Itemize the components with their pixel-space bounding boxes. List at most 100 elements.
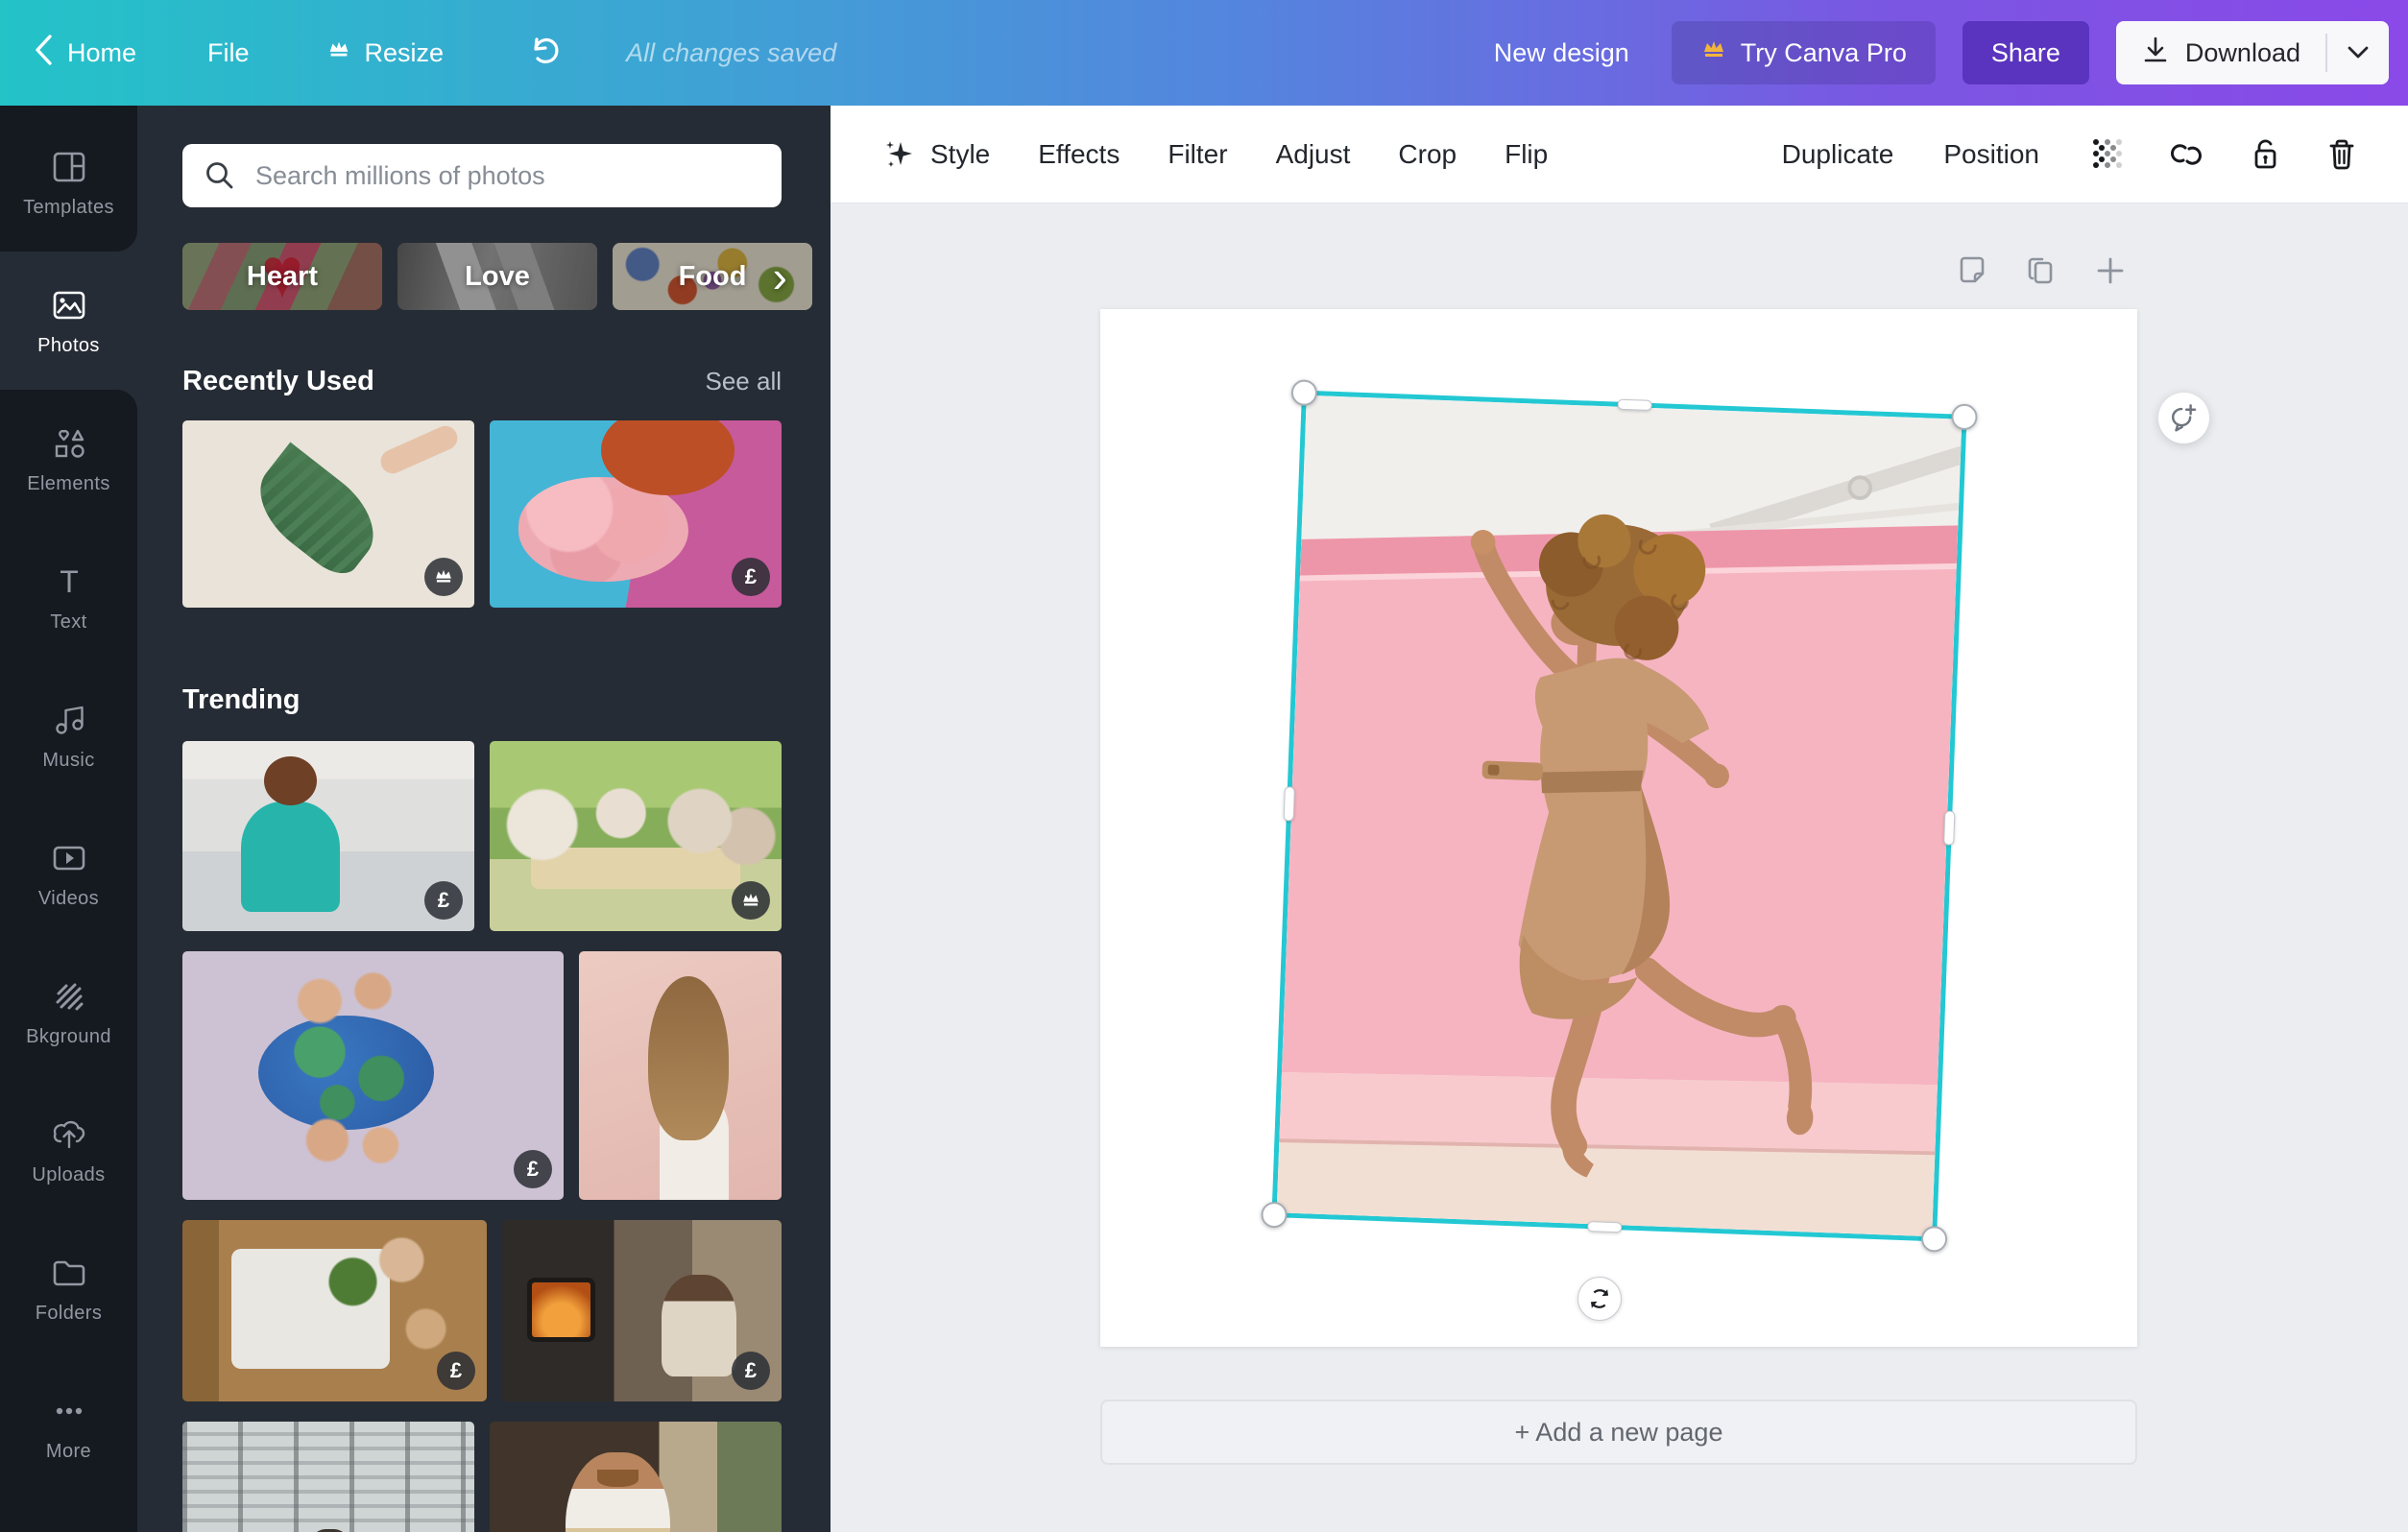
resize-handle-bottom-right[interactable]: [1920, 1225, 1948, 1253]
copy-icon: [2028, 257, 2053, 284]
rotate-handle[interactable]: [1577, 1277, 1622, 1321]
category-chip-heart[interactable]: Heart: [182, 243, 382, 310]
category-chip-love[interactable]: Love: [397, 243, 597, 310]
trending-row-1: £: [182, 741, 782, 931]
sidebar-label-music: Music: [42, 749, 95, 771]
effects-button[interactable]: Effects: [1038, 139, 1120, 170]
see-all-link[interactable]: See all: [706, 367, 783, 396]
add-page-icon-button[interactable]: [2091, 251, 2130, 290]
style-button[interactable]: Style: [882, 137, 990, 172]
photo-thumbnail-glass-grid[interactable]: [182, 1422, 474, 1532]
photo-thumbnail-kitchen-sink[interactable]: £: [182, 1220, 487, 1401]
filter-button[interactable]: Filter: [1168, 139, 1227, 170]
chip-love-label: Love: [465, 260, 530, 292]
sidebar-item-videos[interactable]: Videos: [0, 804, 137, 943]
duplicate-page-button[interactable]: [2022, 251, 2060, 290]
sidebar-item-uploads[interactable]: Uploads: [0, 1081, 137, 1219]
resize-button[interactable]: Resize: [326, 37, 444, 69]
chips-next-button[interactable]: ›: [773, 243, 787, 310]
resize-handle-bottom-left[interactable]: [1261, 1201, 1288, 1229]
photo-thumbnail-earth-hands[interactable]: £: [182, 951, 564, 1200]
canvas-area[interactable]: + Add a new page: [831, 203, 2408, 1532]
position-button[interactable]: Position: [1943, 139, 2039, 170]
download-options-button[interactable]: [2327, 45, 2389, 60]
paid-pound-badge: £: [424, 881, 463, 920]
sidebar-label-uploads: Uploads: [32, 1163, 106, 1185]
elements-icon: [55, 429, 84, 458]
sidebar-label-text: Text: [50, 610, 87, 633]
recently-used-title: Recently Used: [182, 366, 374, 396]
add-comment-button[interactable]: [2158, 393, 2209, 443]
photo-thumbnail-roses-bouquet[interactable]: £: [490, 420, 782, 608]
sidebar-item-templates[interactable]: Templates: [0, 113, 137, 251]
sidebar-item-text[interactable]: T Text: [0, 528, 137, 666]
resize-handle-right[interactable]: [1943, 810, 1956, 846]
selected-photo-element[interactable]: [1261, 379, 1978, 1253]
transparency-icon: [2093, 138, 2122, 168]
home-button[interactable]: Home: [33, 34, 136, 73]
photo-thumbnail-picnic-friends[interactable]: [490, 741, 782, 931]
photo-thumbnail-palm-leaf[interactable]: [182, 420, 474, 608]
download-icon: [2141, 36, 2170, 71]
resize-handle-left[interactable]: [1283, 786, 1295, 822]
duplicate-button[interactable]: Duplicate: [1782, 139, 1894, 170]
photo-thumbnail-fireplace[interactable]: £: [502, 1220, 782, 1401]
undo-button[interactable]: [524, 31, 563, 76]
file-menu[interactable]: File: [207, 38, 250, 68]
sidebar-item-photos[interactable]: Photos: [0, 251, 137, 390]
resize-handle-top-right[interactable]: [1950, 403, 1978, 431]
try-pro-label: Try Canva Pro: [1740, 37, 1907, 67]
templates-icon: [53, 152, 84, 181]
sidebar-item-elements[interactable]: Elements: [0, 390, 137, 528]
design-page[interactable]: [1100, 309, 2137, 1347]
sidebar-item-music[interactable]: Music: [0, 666, 137, 804]
trending-row-2: £: [182, 951, 782, 1200]
lock-button[interactable]: [2247, 136, 2283, 173]
jumping-woman-photo: [1276, 395, 1963, 1237]
transparency-button[interactable]: [2089, 136, 2126, 173]
photo-thumbnail-barista[interactable]: [490, 1422, 782, 1532]
home-label: Home: [67, 37, 137, 67]
sidebar-item-folders[interactable]: Folders: [0, 1219, 137, 1357]
trash-icon: [2329, 139, 2354, 169]
link-button[interactable]: [2166, 136, 2206, 173]
download-button[interactable]: Download: [2115, 21, 2389, 84]
crown-icon: [326, 37, 351, 69]
crop-button[interactable]: Crop: [1398, 139, 1457, 170]
share-button[interactable]: Share: [1962, 21, 2089, 84]
trending-title: Trending: [182, 684, 301, 715]
notes-button[interactable]: [1953, 251, 1991, 290]
sidebar-label-bkground: Bkground: [26, 1025, 111, 1047]
chip-heart-label: Heart: [246, 260, 319, 292]
photo-thumbnail-smoothie-man[interactable]: £: [182, 741, 474, 931]
add-page-label: + Add a new page: [1514, 1417, 1723, 1447]
try-canva-pro-button[interactable]: Try Canva Pro: [1671, 21, 1936, 84]
search-input[interactable]: [253, 159, 760, 192]
delete-button[interactable]: [2324, 136, 2360, 173]
flip-button[interactable]: Flip: [1505, 139, 1548, 170]
photo-thumbnail-pink-woman[interactable]: [579, 951, 782, 1200]
style-label: Style: [930, 138, 991, 169]
paid-pound-badge: £: [437, 1352, 475, 1390]
more-icon: [56, 1407, 82, 1414]
trending-row-4: [182, 1422, 782, 1532]
adjust-button[interactable]: Adjust: [1276, 139, 1351, 170]
search-box[interactable]: [182, 144, 782, 207]
resize-handle-bottom[interactable]: [1586, 1221, 1622, 1233]
save-status: All changes saved: [626, 37, 837, 67]
sidebar-item-background[interactable]: Bkground: [0, 943, 137, 1081]
music-icon: [55, 706, 84, 734]
sidebar-item-more[interactable]: More: [0, 1357, 137, 1496]
download-main[interactable]: Download: [2116, 36, 2325, 71]
new-design-button[interactable]: New design: [1494, 38, 1629, 68]
undo-icon: [524, 31, 563, 76]
videos-icon: [53, 846, 84, 870]
resize-handle-top[interactable]: [1617, 398, 1652, 411]
sidebar-label-background: Videos: [37, 887, 100, 909]
add-new-page-button[interactable]: + Add a new page: [1100, 1400, 2137, 1465]
new-design-label: New design: [1493, 37, 1629, 67]
chevron-left-icon: [33, 34, 54, 73]
pro-crown-badge: [424, 558, 463, 596]
plus-icon: [2097, 257, 2124, 284]
download-label: Download: [2184, 37, 2300, 67]
